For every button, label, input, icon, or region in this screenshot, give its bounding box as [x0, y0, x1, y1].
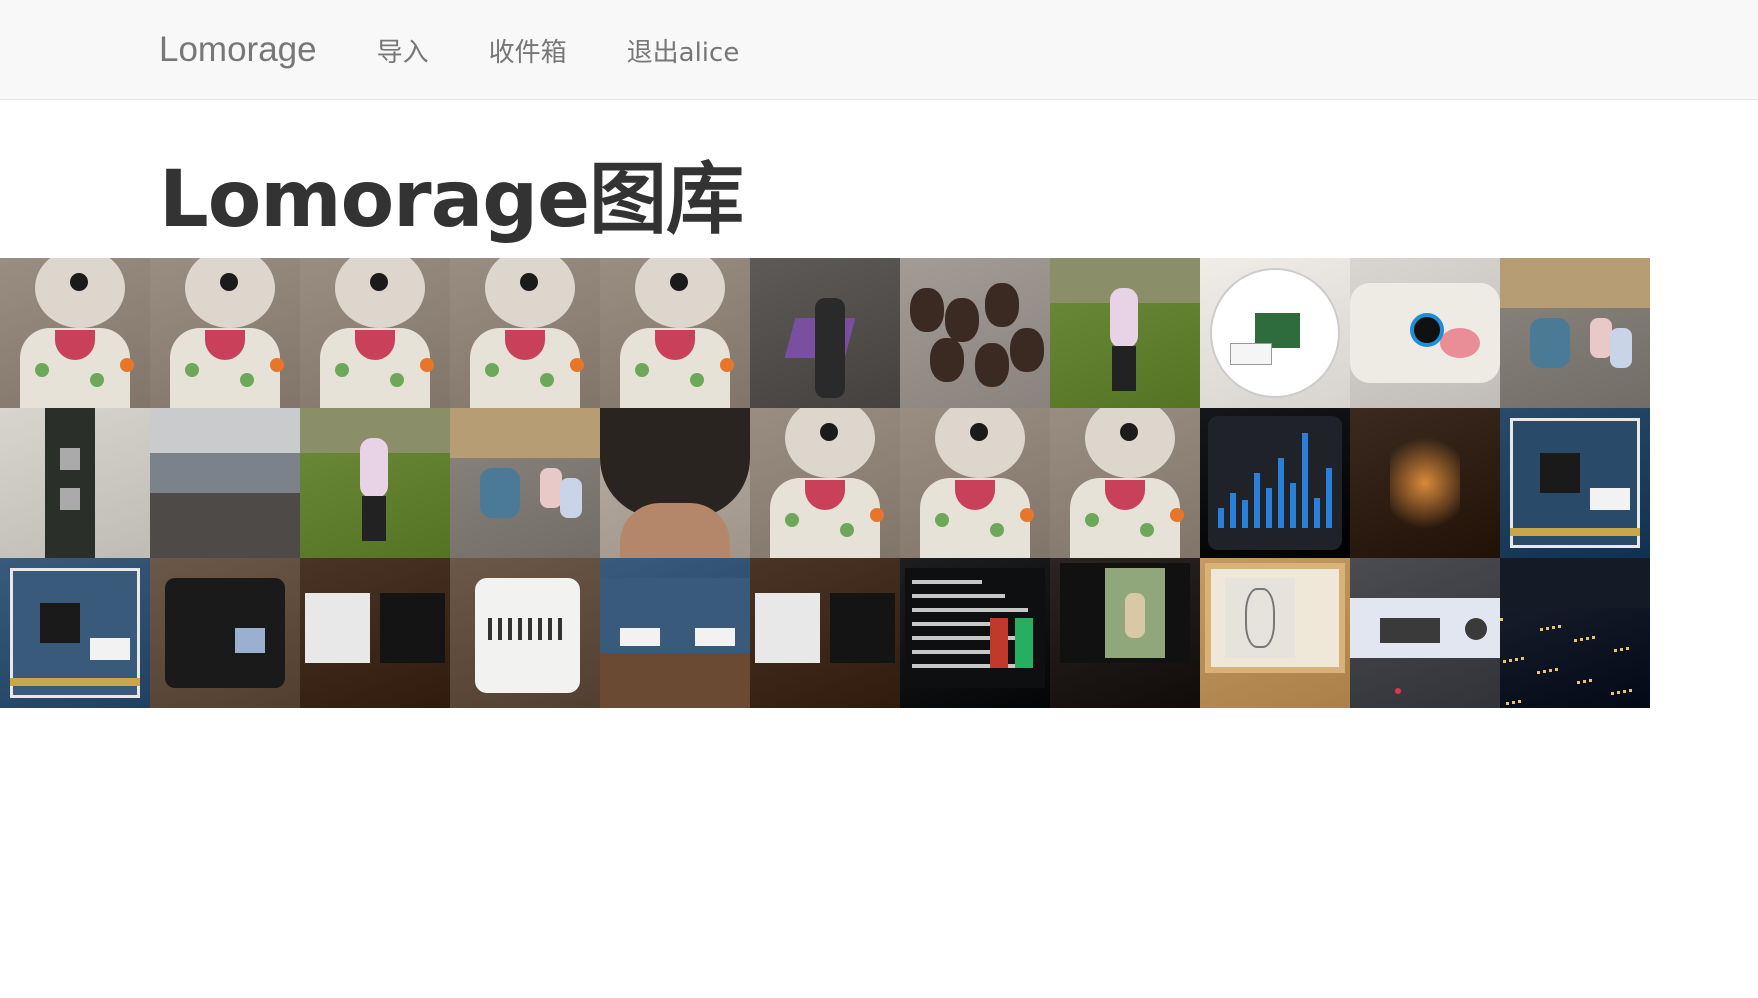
photo-black-box-device: [150, 558, 300, 708]
photo-plush-costume-child: [1050, 408, 1200, 558]
photo-curly-hair-closeup: [600, 408, 750, 558]
photo-thumbnail[interactable]: [300, 258, 450, 408]
photo-child-walking-grass: [300, 408, 450, 558]
photo-monitor-child-photo: [1050, 558, 1200, 708]
photo-thumbnail[interactable]: [150, 558, 300, 708]
photo-white-device-button: [1350, 258, 1500, 408]
brand-link[interactable]: Lomorage: [159, 30, 317, 70]
photo-thumbnail[interactable]: [0, 408, 150, 558]
photo-city-night: [1500, 558, 1650, 708]
nav-link-inbox[interactable]: 收件箱: [489, 32, 567, 69]
photo-thumbnail[interactable]: [1350, 258, 1500, 408]
photo-child-walking-grass: [1050, 258, 1200, 408]
photo-thumbnail[interactable]: [1050, 258, 1200, 408]
photo-plush-costume-child: [300, 258, 450, 408]
photo-thumbnail[interactable]: [1050, 558, 1200, 708]
photo-plush-costume-child: [0, 258, 150, 408]
photo-plush-costume-child: [750, 408, 900, 558]
photo-gallery: [0, 258, 1650, 708]
photo-thumbnail[interactable]: [900, 408, 1050, 558]
photo-white-case-hand: [450, 558, 600, 708]
photo-thumbnail[interactable]: [1200, 258, 1350, 408]
photo-thumbnail[interactable]: [900, 258, 1050, 408]
photo-white-black-cases: [750, 558, 900, 708]
photo-thumbnail[interactable]: [600, 408, 750, 558]
page-title: Lomorage图库: [159, 155, 744, 245]
photo-plush-costume-child: [150, 258, 300, 408]
photo-eink-frame-drawing: [1200, 558, 1350, 708]
photo-terminal-screen: [900, 558, 1050, 708]
photo-thumbnail[interactable]: [150, 408, 300, 558]
photo-thumbnail[interactable]: [300, 408, 450, 558]
photo-thumbnail[interactable]: [1500, 408, 1650, 558]
navbar-inner: Lomorage 导入 收件箱 退出alice: [159, 0, 799, 100]
photo-thumbnail[interactable]: [300, 558, 450, 708]
photo-thumbnail[interactable]: [750, 258, 900, 408]
nav-link-logout[interactable]: 退出alice: [627, 32, 740, 69]
photo-thumbnail[interactable]: [450, 558, 600, 708]
photo-device-dashboard: [1350, 558, 1500, 708]
nav-link-import[interactable]: 导入: [377, 32, 429, 69]
photo-thumbnail[interactable]: [1200, 408, 1350, 558]
photo-plush-costume-child: [600, 258, 750, 408]
photo-baked-food-tray: [900, 258, 1050, 408]
photo-beach-ocean: [150, 408, 300, 558]
photo-circuit-boards-pair: [600, 558, 750, 708]
photo-kids-parachute-play: [750, 258, 900, 408]
photo-thumbnail[interactable]: [600, 558, 750, 708]
photo-thumbnail[interactable]: [450, 408, 600, 558]
photo-circuit-in-bowl: [1200, 258, 1350, 408]
photo-thumbnail[interactable]: [150, 258, 300, 408]
photo-plush-costume-child: [900, 408, 1050, 558]
photo-thumbnail[interactable]: [1350, 558, 1500, 708]
photo-white-black-cases: [300, 558, 450, 708]
photo-board-ports-closeup: [0, 408, 150, 558]
photo-thumbnail[interactable]: [1200, 558, 1350, 708]
photo-thumbnail[interactable]: [450, 258, 600, 408]
photo-thumbnail[interactable]: [1500, 258, 1650, 408]
photo-thumbnail[interactable]: [1500, 558, 1650, 708]
photo-plush-costume-child: [450, 258, 600, 408]
photo-thumbnail[interactable]: [0, 558, 150, 708]
photo-thumbnail[interactable]: [0, 258, 150, 408]
photo-kids-classroom: [450, 408, 600, 558]
photo-circuit-board: [0, 558, 150, 708]
photo-thumbnail[interactable]: [1350, 408, 1500, 558]
photo-kids-classroom: [1500, 258, 1650, 408]
photo-thumbnail[interactable]: [600, 258, 750, 408]
photo-thumbnail[interactable]: [750, 408, 900, 558]
photo-thumbnail[interactable]: [1050, 408, 1200, 558]
photo-circuit-board-label: [1500, 408, 1650, 558]
top-navbar: Lomorage 导入 收件箱 退出alice: [0, 0, 1758, 100]
photo-thumbnail[interactable]: [750, 558, 900, 708]
photo-thumbnail[interactable]: [900, 558, 1050, 708]
photo-updates-chart-screen: [1200, 408, 1350, 558]
photo-dark-mechanism: [1350, 408, 1500, 558]
